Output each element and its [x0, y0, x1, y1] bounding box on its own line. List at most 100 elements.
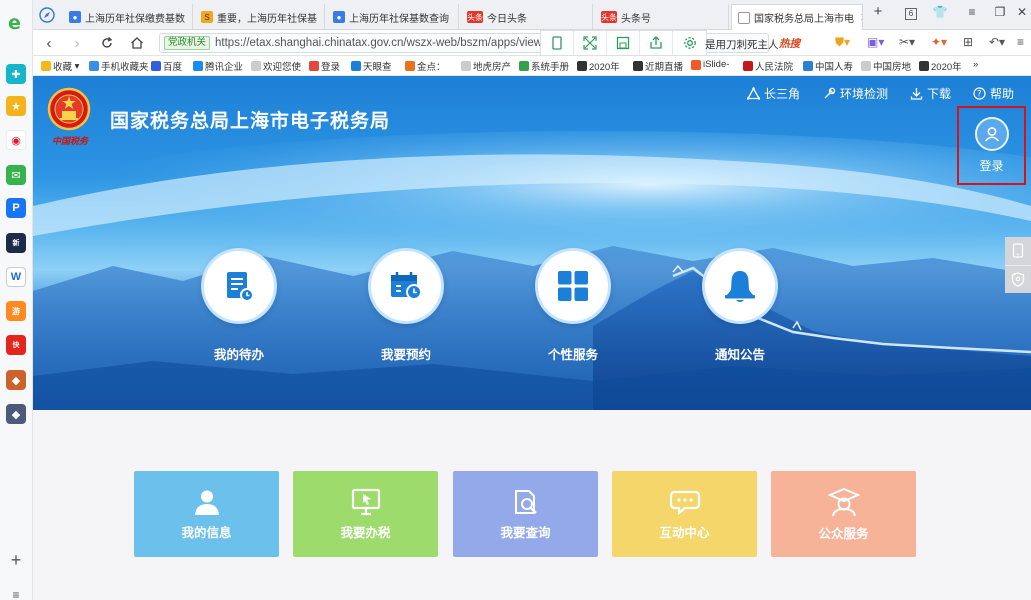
- sidebar-news-icon[interactable]: 新: [6, 233, 26, 253]
- download-link[interactable]: 下载: [910, 85, 951, 102]
- paw-icon: ●: [333, 11, 345, 23]
- service-personalized[interactable]: 个性服务: [535, 248, 611, 363]
- bookmark-item[interactable]: 手机收藏夹: [89, 59, 149, 73]
- service-appointment[interactable]: 我要预约: [368, 248, 444, 363]
- bookmark-item[interactable]: 欢迎您使: [251, 59, 301, 73]
- save-page-icon[interactable]: [607, 31, 640, 55]
- mail-icon[interactable]: ✉: [6, 165, 26, 185]
- help-link[interactable]: ? 帮助: [973, 85, 1014, 102]
- tab-3[interactable]: ● 上海历年社保基数查询: [327, 4, 459, 30]
- mail-icon: [309, 61, 319, 71]
- tab-label: 上海历年社保基数查询: [349, 13, 449, 25]
- tile-tax-handling[interactable]: 我要办税: [293, 471, 438, 557]
- triangle-icon: [747, 87, 760, 100]
- bookmark-favorites[interactable]: 收藏 ▾: [41, 59, 79, 73]
- undo-icon[interactable]: ↶▾: [989, 35, 1005, 49]
- bookmark-item[interactable]: 系统手册: [519, 59, 569, 73]
- yangtze-delta-link[interactable]: 长三角: [747, 85, 800, 102]
- game-avatar-icon-2[interactable]: ◆: [6, 404, 26, 424]
- bookmark-item[interactable]: 腾讯企业: [193, 59, 243, 73]
- refresh-icon[interactable]: [97, 33, 117, 53]
- bookmark-item[interactable]: 地虎房产: [461, 59, 511, 73]
- login-button[interactable]: 登录: [957, 106, 1026, 185]
- bookmark-item[interactable]: iSlide-: [691, 59, 729, 70]
- forward-icon[interactable]: ›: [67, 33, 87, 53]
- menu-icon[interactable]: ≡: [963, 5, 981, 19]
- service-my-todo[interactable]: 我的待办: [201, 248, 277, 363]
- mobile-phone-icon[interactable]: [1005, 237, 1031, 266]
- tab-2[interactable]: S 重要，上海历年社保基: [195, 4, 325, 30]
- bookmarks-more-button[interactable]: »: [973, 59, 978, 70]
- bookmark-item[interactable]: 人民法院: [743, 59, 793, 73]
- game-icon[interactable]: 游: [6, 301, 26, 321]
- svg-text:e: e: [8, 12, 21, 32]
- tile-my-info[interactable]: 我的信息: [134, 471, 279, 557]
- paw-icon: ●: [69, 11, 81, 23]
- share-icon[interactable]: [640, 31, 673, 55]
- browser-logo-icon[interactable]: e: [6, 12, 26, 32]
- game-controller-icon[interactable]: ✦▾: [931, 35, 947, 49]
- tab-label: 重要，上海历年社保基: [217, 13, 317, 25]
- shirt-skin-icon[interactable]: 👕: [931, 5, 949, 19]
- scissors-icon[interactable]: ✂▾: [899, 35, 915, 49]
- sidebar-p-icon[interactable]: P: [6, 198, 26, 218]
- game-avatar-icon[interactable]: ◆: [6, 370, 26, 390]
- baidu-paw-icon: [151, 61, 161, 71]
- bookmark-item[interactable]: 百度: [151, 59, 182, 73]
- environment-check-link[interactable]: 环境检测: [823, 85, 888, 102]
- tab-1[interactable]: ● 上海历年社保缴费基数: [63, 4, 193, 30]
- fullscreen-icon[interactable]: [574, 31, 607, 55]
- search-suggestion[interactable]: 是用刀刺死主人: [705, 37, 779, 52]
- add-icon[interactable]: +: [6, 550, 26, 570]
- new-tab-button[interactable]: +: [869, 3, 887, 20]
- tab-4[interactable]: 头条 今日头条: [461, 4, 593, 30]
- tab-5[interactable]: 头条 头条号: [595, 4, 729, 30]
- qr-icon: [633, 61, 643, 71]
- favorites-star-icon[interactable]: ★: [6, 96, 26, 116]
- shield-icon[interactable]: ⛊▾: [835, 35, 850, 50]
- sidebar-red-app-icon[interactable]: 快: [6, 335, 26, 355]
- bookmarks-bar: 收藏 ▾ 手机收藏夹 百度 腾讯企业 欢迎您使 登录 天眼查 金点： 地虎房产 …: [33, 56, 1031, 76]
- grid-apps-icon[interactable]: ⊞: [963, 35, 973, 49]
- tab-6-active[interactable]: 国家税务总局上海市电 ✕: [731, 4, 863, 30]
- close-window-icon[interactable]: ✕: [1013, 5, 1031, 19]
- back-icon[interactable]: ‹: [39, 33, 59, 53]
- s-icon: S: [201, 11, 213, 23]
- bookmark-item[interactable]: 近期直播: [633, 59, 683, 73]
- bookmark-item[interactable]: 中国人寿: [803, 59, 853, 73]
- more-menu-icon[interactable]: ≡: [1017, 35, 1024, 49]
- bookmark-item[interactable]: 中国房地: [861, 59, 911, 73]
- tab-label: 今日头条: [487, 13, 527, 25]
- compass-icon[interactable]: [37, 5, 57, 25]
- service-notices[interactable]: 通知公告: [702, 248, 778, 363]
- service-label: 通知公告: [714, 348, 765, 362]
- document-icon[interactable]: W: [6, 267, 26, 287]
- sidebar-app-icon[interactable]: ✚: [6, 64, 26, 84]
- tab-close-icon[interactable]: ✕: [860, 11, 862, 24]
- tab-count-badge[interactable]: 6: [905, 8, 917, 20]
- bookmark-item[interactable]: 2020年: [919, 59, 962, 73]
- security-shield-icon[interactable]: [1005, 266, 1031, 294]
- tile-public-service[interactable]: 公众服务: [771, 471, 916, 557]
- bookmark-item[interactable]: 天眼查: [351, 59, 392, 73]
- toutiao-icon: 头条: [467, 11, 483, 23]
- tile-interaction[interactable]: 互动中心: [612, 471, 757, 557]
- home-icon[interactable]: [127, 33, 147, 53]
- url-text[interactable]: https://etax.shanghai.chinatax.gov.cn/ws…: [215, 37, 542, 49]
- tile-label: 我要办税: [340, 525, 391, 540]
- bookmark-item[interactable]: 金点：: [405, 59, 446, 73]
- settings-gear-icon[interactable]: [673, 31, 706, 55]
- menu-list-icon[interactable]: ≡: [6, 585, 26, 600]
- bookmark-item[interactable]: 登录: [309, 59, 340, 73]
- bookmark-item[interactable]: 2020年: [577, 59, 620, 73]
- tab-label: 头条号: [621, 13, 651, 25]
- mobile-view-icon[interactable]: [541, 31, 574, 55]
- extension-icon[interactable]: ▣▾: [867, 35, 884, 49]
- hot-search-badge[interactable]: 热搜: [779, 36, 800, 51]
- weibo-icon[interactable]: ◉: [6, 130, 26, 150]
- tianyancha-icon: [351, 61, 361, 71]
- restore-window-icon[interactable]: ❐: [991, 5, 1009, 19]
- tile-query[interactable]: 我要查询: [453, 471, 598, 557]
- qr-icon: [577, 61, 587, 71]
- service-label: 我的待办: [213, 348, 264, 362]
